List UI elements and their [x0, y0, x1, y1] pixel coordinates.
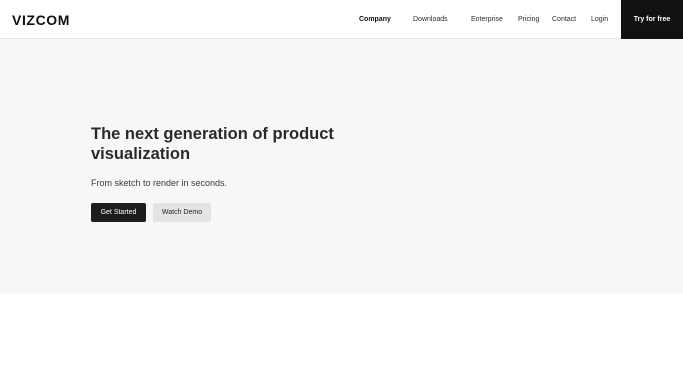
try-for-free-button[interactable]: Try for free [621, 0, 683, 39]
nav-enterprise[interactable]: Enterprise [471, 15, 503, 25]
get-started-button[interactable]: Get Started [91, 203, 146, 222]
page: VIZCOM Company Downloads Enterprise Pric… [0, 0, 683, 384]
vizcom-logo[interactable]: VIZCOM [12, 12, 70, 28]
hero-subtitle: From sketch to render in seconds. [91, 178, 228, 188]
nav-company[interactable]: Company [359, 15, 391, 25]
nav-pricing[interactable]: Pricing [518, 15, 539, 25]
nav-login[interactable]: Login [591, 15, 608, 25]
lower-section [0, 294, 683, 384]
hero-title: The next generation of product visualiza… [91, 125, 334, 163]
top-navigation-bar: VIZCOM Company Downloads Enterprise Pric… [0, 0, 683, 39]
watch-demo-button[interactable]: Watch Demo [153, 203, 211, 222]
nav-contact[interactable]: Contact [552, 15, 576, 25]
hero-section: The next generation of product visualiza… [0, 39, 683, 294]
nav-downloads[interactable]: Downloads [413, 15, 448, 25]
